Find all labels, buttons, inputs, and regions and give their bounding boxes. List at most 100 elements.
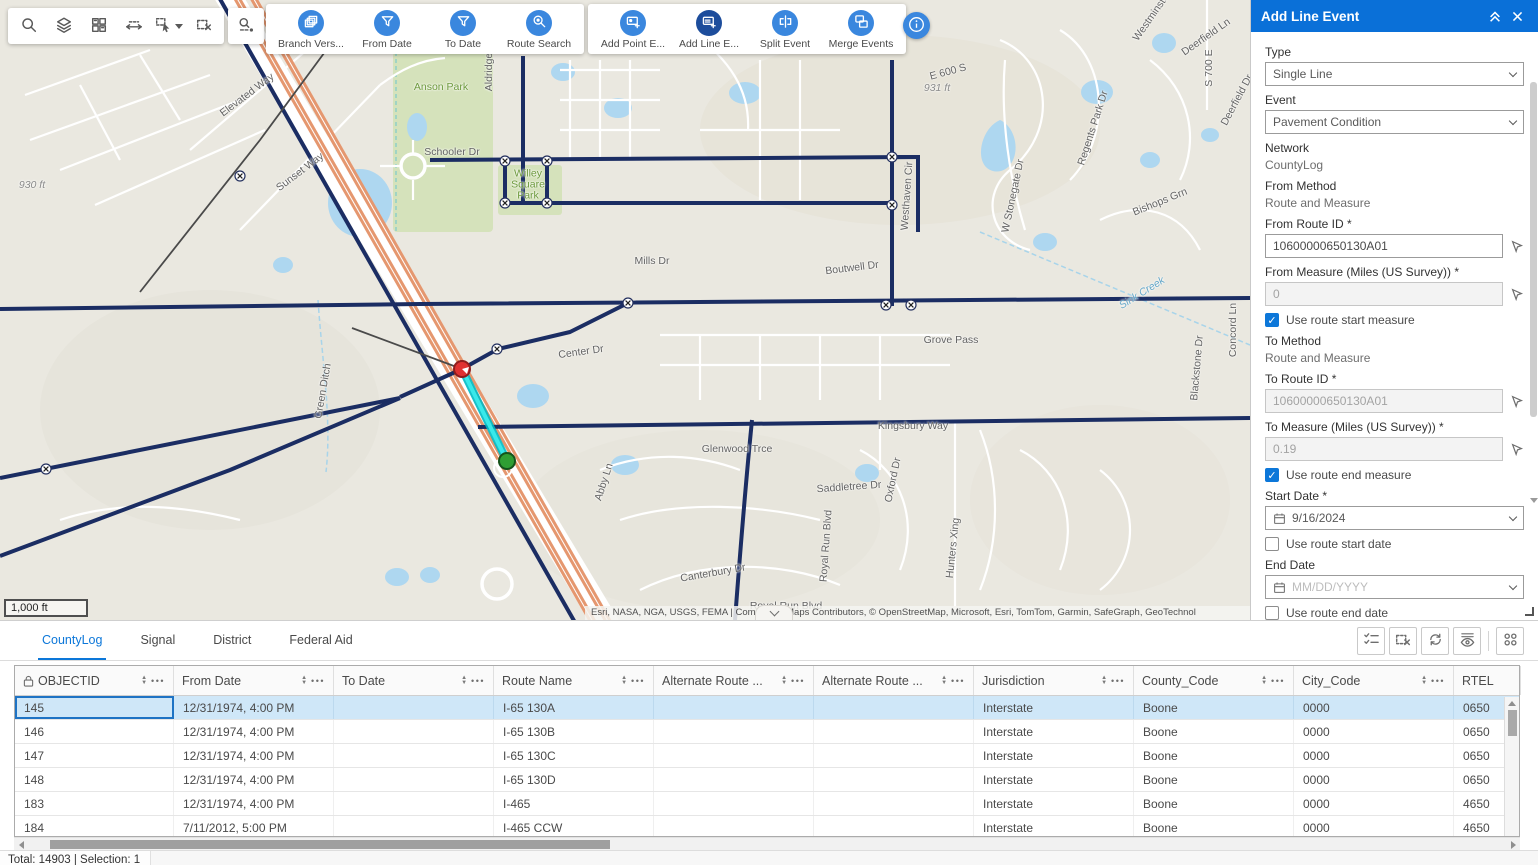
table-row[interactable]: 18312/31/1974, 4:00 PMI-465InterstateBoo… xyxy=(15,792,1519,816)
cell-from-date-row3[interactable]: 12/31/1974, 4:00 PM xyxy=(174,768,334,791)
tool-route-search[interactable]: Route Search xyxy=(504,10,574,50)
cell-city-code-row0[interactable]: 0000 xyxy=(1294,696,1454,719)
sort-icon[interactable]: ▲▼ xyxy=(141,676,147,686)
use-route-end-measure-checkbox[interactable]: ✓ Use route end measure xyxy=(1265,468,1524,482)
tab-federal-aid[interactable]: Federal Aid xyxy=(285,621,356,660)
table-row[interactable]: 14512/31/1974, 4:00 PMI-65 130AInterstat… xyxy=(15,696,1519,720)
column-header-alternate-route[interactable]: Alternate Route ...▲▼••• xyxy=(654,666,814,695)
column-header-from-date[interactable]: From Date▲▼••• xyxy=(174,666,334,695)
table-row[interactable]: 14712/31/1974, 4:00 PM I-65 130C Interstat… xyxy=(15,744,1519,768)
close-icon[interactable] xyxy=(1506,5,1528,27)
end-date-picker[interactable]: MM/DD/YYYY xyxy=(1265,575,1524,599)
dropdown-caret-icon[interactable] xyxy=(175,24,183,29)
table-row[interactable]: 14612/31/1974, 4:00 PMI-65 130BInterstat… xyxy=(15,720,1519,744)
cell-objectid-row4[interactable]: 183 xyxy=(15,792,174,815)
use-route-start-measure-checkbox[interactable]: ✓ Use route start measure xyxy=(1265,313,1524,327)
tool-to-date[interactable]: To Date xyxy=(428,10,498,50)
tool-split-event[interactable]: Split Event xyxy=(750,10,820,50)
cell-city-code-row5[interactable]: 0000 xyxy=(1294,816,1454,836)
tool-merge-events[interactable]: Merge Events xyxy=(826,10,896,50)
tab-district[interactable]: District xyxy=(209,621,255,660)
cell-city-code-row3[interactable]: 0000 xyxy=(1294,768,1454,791)
cell-objectid-row2[interactable]: 147 xyxy=(15,744,174,767)
route-tool-button[interactable] xyxy=(228,8,264,44)
column-menu-icon[interactable]: ••• xyxy=(311,676,325,686)
cell-from-date-row5[interactable]: 7/11/2012, 5:00 PM xyxy=(174,816,334,836)
cell-to-date-row0[interactable] xyxy=(334,696,494,719)
collapse-icon[interactable] xyxy=(1484,5,1506,27)
table-horizontal-scrollbar[interactable] xyxy=(14,837,1520,850)
show-selection-button[interactable] xyxy=(1357,627,1385,655)
sort-icon[interactable]: ▲▼ xyxy=(941,676,947,686)
table-row[interactable]: 14812/31/1974, 4:00 PM I-65 130D Interstat… xyxy=(15,768,1519,792)
column-menu-icon[interactable]: ••• xyxy=(631,676,645,686)
cell-alternate-route-row0[interactable] xyxy=(814,696,974,719)
clear-selection-button[interactable] xyxy=(1389,627,1417,655)
cell-from-date-row4[interactable]: 12/31/1974, 4:00 PM xyxy=(174,792,334,815)
clear-selection-tool-button[interactable] xyxy=(187,10,220,42)
cell-jurisdiction-row3[interactable]: Interstate xyxy=(974,768,1134,791)
type-select[interactable]: Single Line xyxy=(1265,62,1524,86)
grid-tool-button[interactable] xyxy=(82,10,115,42)
cell-route-name-row4[interactable]: I-465 xyxy=(494,792,654,815)
cell-alternate-route-row2[interactable] xyxy=(814,744,974,767)
cell-objectid-row3[interactable]: 148 xyxy=(15,768,174,791)
sort-icon[interactable]: ▲▼ xyxy=(461,676,467,686)
panel-resize-handle[interactable] xyxy=(1525,607,1534,616)
cell-route-name-row3[interactable]: I-65 130D xyxy=(494,768,654,791)
cell-to-date-row2[interactable] xyxy=(334,744,494,767)
options-grid-button[interactable] xyxy=(1496,627,1524,655)
cell-from-date-row1[interactable]: 12/31/1974, 4:00 PM xyxy=(174,720,334,743)
cell-route-name-row5[interactable]: I-465 CCW xyxy=(494,816,654,836)
cell-alternate-route-row2[interactable] xyxy=(654,744,814,767)
pick-to-measure-icon[interactable] xyxy=(1510,442,1524,456)
measure-tool-button[interactable] xyxy=(117,10,150,42)
cell-objectid-row0[interactable]: 145 xyxy=(15,696,174,719)
cell-to-date-row4[interactable] xyxy=(334,792,494,815)
sort-icon[interactable]: ▲▼ xyxy=(1101,676,1107,686)
refresh-button[interactable] xyxy=(1421,627,1449,655)
cell-from-date-row0[interactable]: 12/31/1974, 4:00 PM xyxy=(174,696,334,719)
cell-alternate-route-row4[interactable] xyxy=(814,792,974,815)
column-header-county-code[interactable]: County_Code▲▼••• xyxy=(1134,666,1294,695)
pick-from-measure-icon[interactable] xyxy=(1510,287,1524,301)
column-menu-icon[interactable]: ••• xyxy=(951,676,965,686)
start-date-picker[interactable]: 9/16/2024 xyxy=(1265,506,1524,530)
cell-from-date-row2[interactable]: 12/31/1974, 4:00 PM xyxy=(174,744,334,767)
tool-add-line-e[interactable]: Add Line E... xyxy=(674,10,744,50)
cell-alternate-route-row1[interactable] xyxy=(814,720,974,743)
cell-county-code-row3[interactable]: Boone xyxy=(1134,768,1294,791)
info-button[interactable] xyxy=(903,12,930,39)
select-tool-button[interactable] xyxy=(152,10,185,42)
cell-county-code-row2[interactable]: Boone xyxy=(1134,744,1294,767)
sort-icon[interactable]: ▲▼ xyxy=(621,676,627,686)
cell-to-date-row1[interactable] xyxy=(334,720,494,743)
column-header-rtel[interactable]: RTEL xyxy=(1454,666,1521,695)
tool-add-point-e[interactable]: Add Point E... xyxy=(598,10,668,50)
cell-alternate-route-row4[interactable] xyxy=(654,792,814,815)
cell-alternate-route-row5[interactable] xyxy=(654,816,814,836)
sort-icon[interactable]: ▲▼ xyxy=(1261,676,1267,686)
tab-signal[interactable]: Signal xyxy=(136,621,179,660)
column-menu-icon[interactable]: ••• xyxy=(1111,676,1125,686)
cell-route-name-row1[interactable]: I-65 130B xyxy=(494,720,654,743)
column-menu-icon[interactable]: ••• xyxy=(791,676,805,686)
cell-to-date-row5[interactable] xyxy=(334,816,494,836)
sort-icon[interactable]: ▲▼ xyxy=(781,676,787,686)
cell-county-code-row1[interactable]: Boone xyxy=(1134,720,1294,743)
column-header-alternate-route[interactable]: Alternate Route ...▲▼••• xyxy=(814,666,974,695)
cell-objectid-row5[interactable]: 184 xyxy=(15,816,174,836)
cell-jurisdiction-row5[interactable]: Interstate xyxy=(974,816,1134,836)
cell-county-code-row5[interactable]: Boone xyxy=(1134,816,1294,836)
cell-alternate-route-row3[interactable] xyxy=(654,768,814,791)
cell-city-code-row1[interactable]: 0000 xyxy=(1294,720,1454,743)
map-view[interactable]: Elevated WaySunset WayAnson ParkAldridge… xyxy=(0,0,1250,620)
search-tool-button[interactable] xyxy=(12,10,45,42)
column-menu-icon[interactable]: ••• xyxy=(1271,676,1285,686)
cell-jurisdiction-row2[interactable]: Interstate xyxy=(974,744,1134,767)
pick-from-route-icon[interactable] xyxy=(1510,239,1524,253)
cell-jurisdiction-row1[interactable]: Interstate xyxy=(974,720,1134,743)
column-menu-icon[interactable]: ••• xyxy=(471,676,485,686)
cell-route-name-row2[interactable]: I-65 130C xyxy=(494,744,654,767)
column-header-route-name[interactable]: Route Name▲▼••• xyxy=(494,666,654,695)
